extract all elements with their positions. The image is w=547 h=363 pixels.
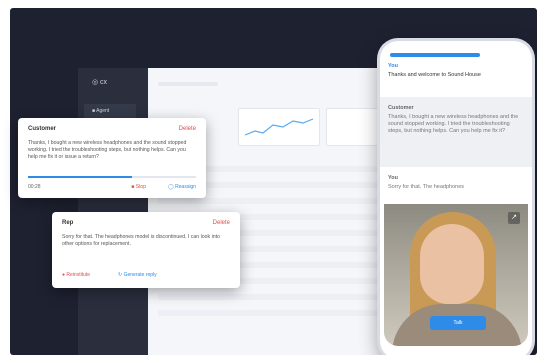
phone-header-text: Thanks and welcome to Sound House <box>388 72 481 78</box>
phone-msg-text: Sorry for that. The headphones <box>388 184 465 190</box>
card-header: Customer Delete <box>28 126 196 136</box>
expand-icon[interactable]: ↗ <box>508 212 520 224</box>
speaker-label: Customer <box>28 126 57 132</box>
stop-icon: ■ <box>131 184 135 190</box>
stop-label: Stop <box>135 184 146 190</box>
reassign-label: Reassign <box>175 184 196 190</box>
phone-header-label: You <box>388 63 398 69</box>
stop-button[interactable]: ■ Stop <box>131 184 146 190</box>
card-footer: 00:28 ■ Stop ◯ Reassign <box>28 184 196 190</box>
screenshot-frame: ◎ cx ■ Agent You Thanks and welcome to S… <box>0 0 547 363</box>
customer-message-card: Customer Delete Thanks, I bought a new w… <box>18 118 206 198</box>
phone-msg-label: Customer <box>388 105 414 111</box>
reassign-button[interactable]: ◯ Reassign <box>168 184 196 190</box>
audio-progress-fill <box>28 176 133 178</box>
video-call-panel[interactable]: ↗ Talk <box>384 204 528 346</box>
reinstitute-label: Reinstitute <box>66 272 91 278</box>
delete-button[interactable]: Delete <box>213 220 230 226</box>
reassign-icon: ◯ <box>168 184 174 190</box>
delete-button[interactable]: Delete <box>179 126 196 132</box>
record-icon: ● <box>62 272 66 278</box>
phone-message-customer: Customer Thanks, I bought a new wireless… <box>380 97 532 167</box>
message-text: Sorry for that. The headphones model is … <box>62 234 220 247</box>
phone-msg-text: Thanks, I bought a new wireless headphon… <box>388 114 519 134</box>
generate-reply-label: Generate reply <box>123 272 157 278</box>
generate-reply-button[interactable]: ↻ Generate reply <box>118 272 157 278</box>
dashboard-chart-card <box>238 108 320 146</box>
reinstitute-button[interactable]: ● Reinstitute <box>62 272 90 278</box>
speaker-label: Rep <box>62 220 74 226</box>
message-text: Thanks, I bought a new wireless headphon… <box>28 140 187 160</box>
phone-mockup: You Thanks and welcome to Sound House Cu… <box>380 41 532 355</box>
table-row <box>158 310 398 316</box>
sidebar-item-agent[interactable]: ■ Agent <box>84 104 136 118</box>
refresh-icon: ↻ <box>118 272 123 278</box>
card-footer: ● Reinstitute ↻ Generate reply <box>62 272 230 278</box>
phone-msg-label: You <box>388 175 398 181</box>
rep-message-card: Rep Delete Sorry for that. The headphone… <box>52 212 240 288</box>
dashboard-header-line <box>158 82 218 86</box>
talk-button[interactable]: Talk <box>430 316 486 330</box>
timestamp: 00:28 <box>28 184 41 190</box>
dashboard-logo: ◎ cx <box>92 79 108 86</box>
person-face <box>420 224 484 304</box>
table-row <box>158 294 398 300</box>
sparkline-chart <box>244 118 314 136</box>
audio-progress-track[interactable] <box>28 176 196 178</box>
table-row <box>158 198 398 204</box>
phone-progress-bar <box>390 53 480 57</box>
card-header: Rep Delete <box>62 220 230 230</box>
